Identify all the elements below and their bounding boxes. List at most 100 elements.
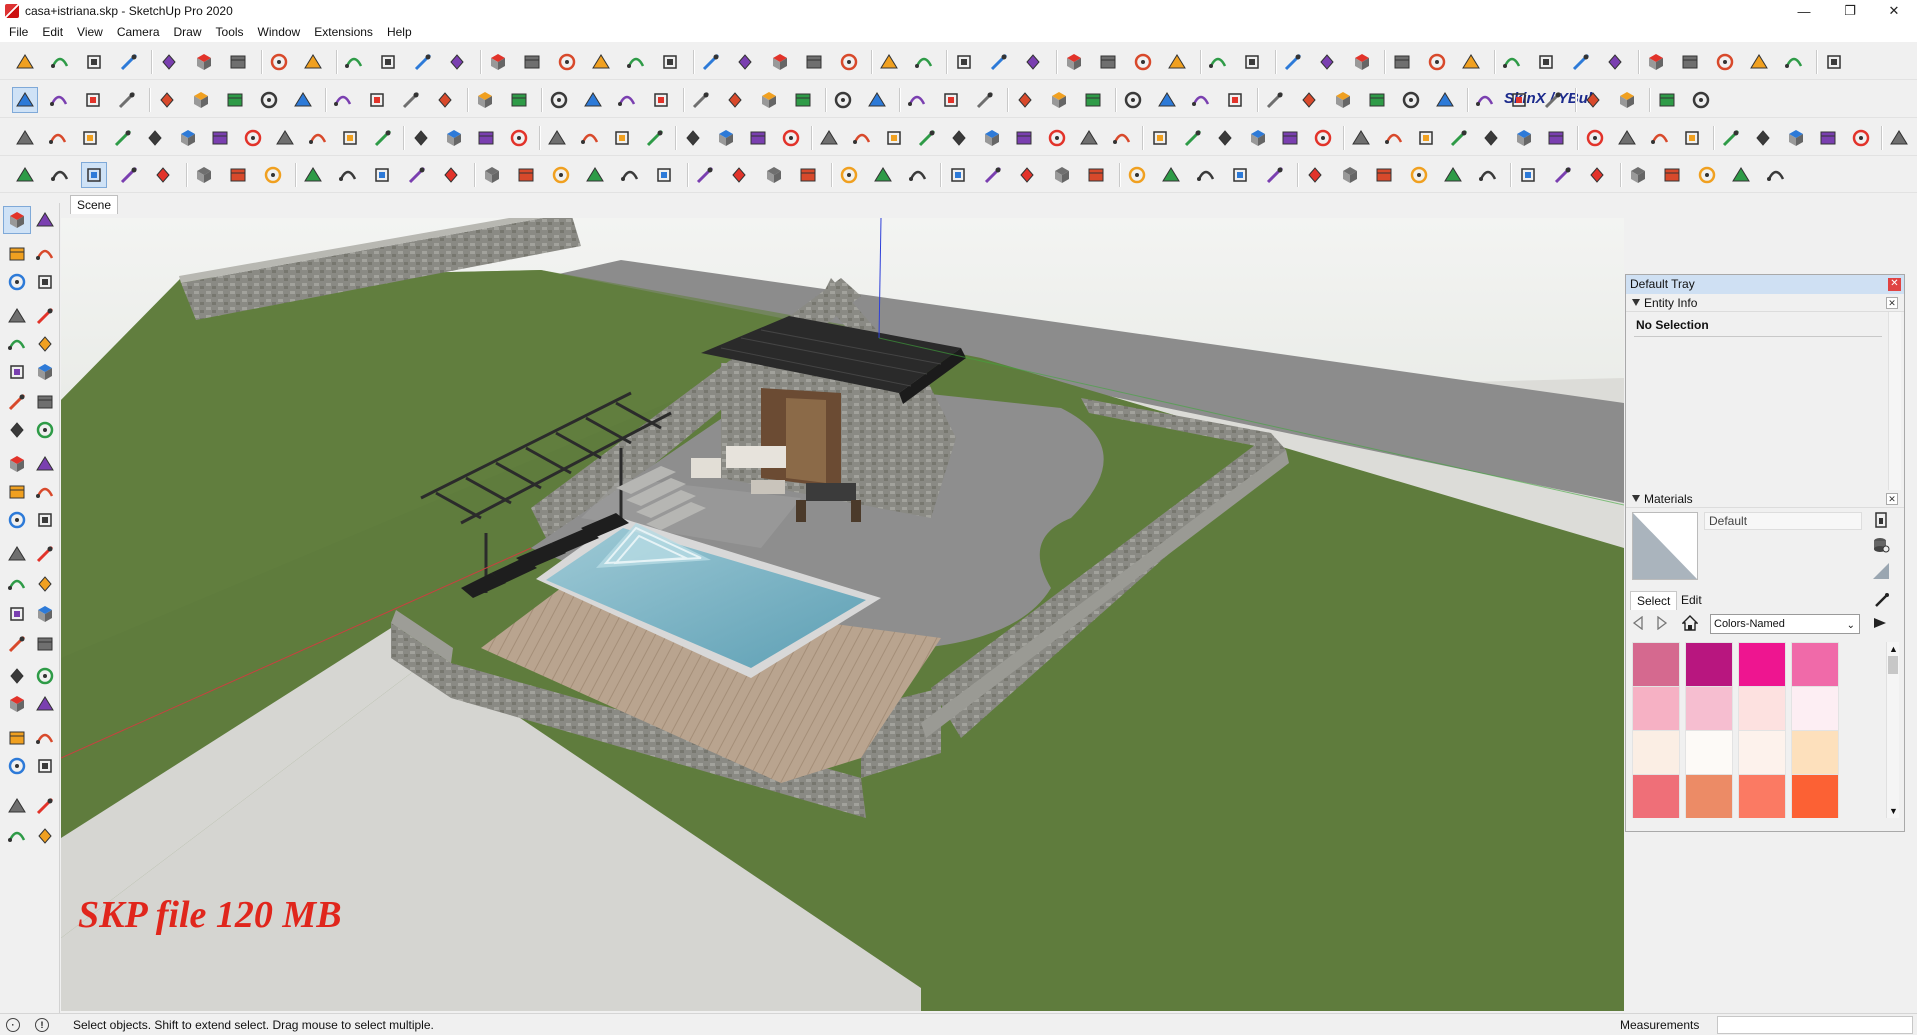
tb1-tool-button-15[interactable] xyxy=(519,49,545,75)
tb2-tool-button-28[interactable] xyxy=(972,87,998,113)
tb4-tool-button-47[interactable] xyxy=(1659,162,1685,188)
left-tool-button-16[interactable] xyxy=(31,416,59,444)
tb2-tool-button-26[interactable] xyxy=(904,87,930,113)
tb4-tool-button-45[interactable] xyxy=(1584,162,1610,188)
tb3-tool-button-7[interactable] xyxy=(207,125,233,151)
tb1-tool-button-1[interactable] xyxy=(12,49,38,75)
tb4-tool-button-12[interactable] xyxy=(404,162,430,188)
tb4-tool-button-8[interactable] xyxy=(260,162,286,188)
tb1-tool-button-36[interactable] xyxy=(1280,49,1306,75)
tb4-tool-button-35[interactable] xyxy=(1227,162,1253,188)
tb1-tool-button-42[interactable] xyxy=(1499,49,1525,75)
tb4-tool-button-2[interactable] xyxy=(47,162,73,188)
tb4-tool-button-36[interactable] xyxy=(1262,162,1288,188)
material-swatch[interactable] xyxy=(1685,686,1733,734)
left-tool-button-25[interactable] xyxy=(3,570,31,598)
tb3-tool-button-44[interactable] xyxy=(1446,125,1472,151)
tb4-tool-button-48[interactable] xyxy=(1694,162,1720,188)
tb2-tool-button-1[interactable] xyxy=(12,87,38,113)
tb3-tool-button-57[interactable] xyxy=(1886,125,1912,151)
tb1-tool-button-17[interactable] xyxy=(588,49,614,75)
left-tool-button-28[interactable] xyxy=(31,600,59,628)
tb3-tool-button-24[interactable] xyxy=(778,125,804,151)
tab-select[interactable]: Select xyxy=(1630,591,1678,610)
tb3-tool-button-18[interactable] xyxy=(577,125,603,151)
left-tool-button-39[interactable] xyxy=(3,792,31,820)
tb2-tool-button-17[interactable] xyxy=(580,87,606,113)
menu-edit[interactable]: Edit xyxy=(35,22,70,42)
tb2-tool-button-42[interactable] xyxy=(1472,87,1498,113)
tb2-tool-button-30[interactable] xyxy=(1046,87,1072,113)
tb4-tool-button-44[interactable] xyxy=(1550,162,1576,188)
tb4-tool-button-40[interactable] xyxy=(1406,162,1432,188)
create-material-icon[interactable] xyxy=(1872,536,1890,557)
tb4-tool-button-50[interactable] xyxy=(1763,162,1789,188)
tb2-tool-button-11[interactable] xyxy=(364,87,390,113)
tb4-tool-button-46[interactable] xyxy=(1625,162,1651,188)
tb3-tool-button-19[interactable] xyxy=(609,125,635,151)
tb2-tool-button-31[interactable] xyxy=(1080,87,1106,113)
tb2-tool-button-24[interactable] xyxy=(830,87,856,113)
tb2-tool-button-18[interactable] xyxy=(614,87,640,113)
left-tool-button-36[interactable] xyxy=(31,724,59,752)
material-swatch[interactable] xyxy=(1791,774,1839,818)
tb3-tool-button-22[interactable] xyxy=(713,125,739,151)
tb3-tool-button-55[interactable] xyxy=(1815,125,1841,151)
left-tool-button-14[interactable] xyxy=(31,388,59,416)
tb4-tool-button-42[interactable] xyxy=(1475,162,1501,188)
tb3-tool-button-6[interactable] xyxy=(175,125,201,151)
tb3-tool-button-42[interactable] xyxy=(1381,125,1407,151)
tb3-tool-button-23[interactable] xyxy=(745,125,771,151)
tb1-tool-button-47[interactable] xyxy=(1677,49,1703,75)
left-tool-button-31[interactable] xyxy=(3,662,31,690)
tb3-tool-button-33[interactable] xyxy=(1076,125,1102,151)
tb3-tool-button-37[interactable] xyxy=(1212,125,1238,151)
tb3-tool-button-46[interactable] xyxy=(1511,125,1537,151)
tb3-tool-button-48[interactable] xyxy=(1582,125,1608,151)
tb3-tool-button-9[interactable] xyxy=(272,125,298,151)
tb2-tool-button-10[interactable] xyxy=(330,87,356,113)
tb4-tool-button-13[interactable] xyxy=(438,162,464,188)
minimize-button[interactable]: — xyxy=(1781,0,1827,22)
tb1-tool-button-5[interactable] xyxy=(156,49,182,75)
tb3-tool-button-28[interactable] xyxy=(914,125,940,151)
left-tool-button-41[interactable] xyxy=(3,822,31,850)
tb1-tool-button-45[interactable] xyxy=(1602,49,1628,75)
left-tool-button-5[interactable] xyxy=(3,268,31,296)
tb2-tool-button-15[interactable] xyxy=(506,87,532,113)
tb1-tool-button-30[interactable] xyxy=(1061,49,1087,75)
tb3-tool-button-16[interactable] xyxy=(506,125,532,151)
tb1-tool-button-40[interactable] xyxy=(1424,49,1450,75)
tb3-tool-button-45[interactable] xyxy=(1478,125,1504,151)
left-tool-button-38[interactable] xyxy=(31,752,59,780)
tb4-tool-button-18[interactable] xyxy=(617,162,643,188)
tb4-tool-button-41[interactable] xyxy=(1440,162,1466,188)
left-tool-button-12[interactable] xyxy=(31,358,59,386)
tb1-tool-button-23[interactable] xyxy=(801,49,827,75)
tb3-tool-button-20[interactable] xyxy=(642,125,668,151)
menu-extensions[interactable]: Extensions xyxy=(307,22,380,42)
tb4-tool-button-27[interactable] xyxy=(945,162,971,188)
tb2-tool-button-47[interactable] xyxy=(1654,87,1680,113)
forward-arrow-icon[interactable] xyxy=(1654,615,1668,633)
tb4-tool-button-25[interactable] xyxy=(870,162,896,188)
tb4-tool-button-21[interactable] xyxy=(726,162,752,188)
tb3-tool-button-52[interactable] xyxy=(1718,125,1744,151)
tb3-tool-button-13[interactable] xyxy=(408,125,434,151)
instructor-icon[interactable]: ! xyxy=(35,1018,49,1032)
tb3-tool-button-25[interactable] xyxy=(816,125,842,151)
tb1-tool-button-34[interactable] xyxy=(1205,49,1231,75)
tb2-tool-button-29[interactable] xyxy=(1012,87,1038,113)
tb2-tool-button-34[interactable] xyxy=(1188,87,1214,113)
left-tool-button-24[interactable] xyxy=(31,540,59,568)
tb4-tool-button-7[interactable] xyxy=(225,162,251,188)
left-tool-button-37[interactable] xyxy=(3,752,31,780)
left-tool-button-33[interactable] xyxy=(3,690,31,718)
left-tool-button-19[interactable] xyxy=(3,478,31,506)
tb1-tool-button-6[interactable] xyxy=(191,49,217,75)
tb1-tool-button-25[interactable] xyxy=(876,49,902,75)
left-tool-button-11[interactable] xyxy=(3,358,31,386)
tb1-tool-button-3[interactable] xyxy=(81,49,107,75)
tb4-tool-button-38[interactable] xyxy=(1337,162,1363,188)
tb3-tool-button-11[interactable] xyxy=(337,125,363,151)
